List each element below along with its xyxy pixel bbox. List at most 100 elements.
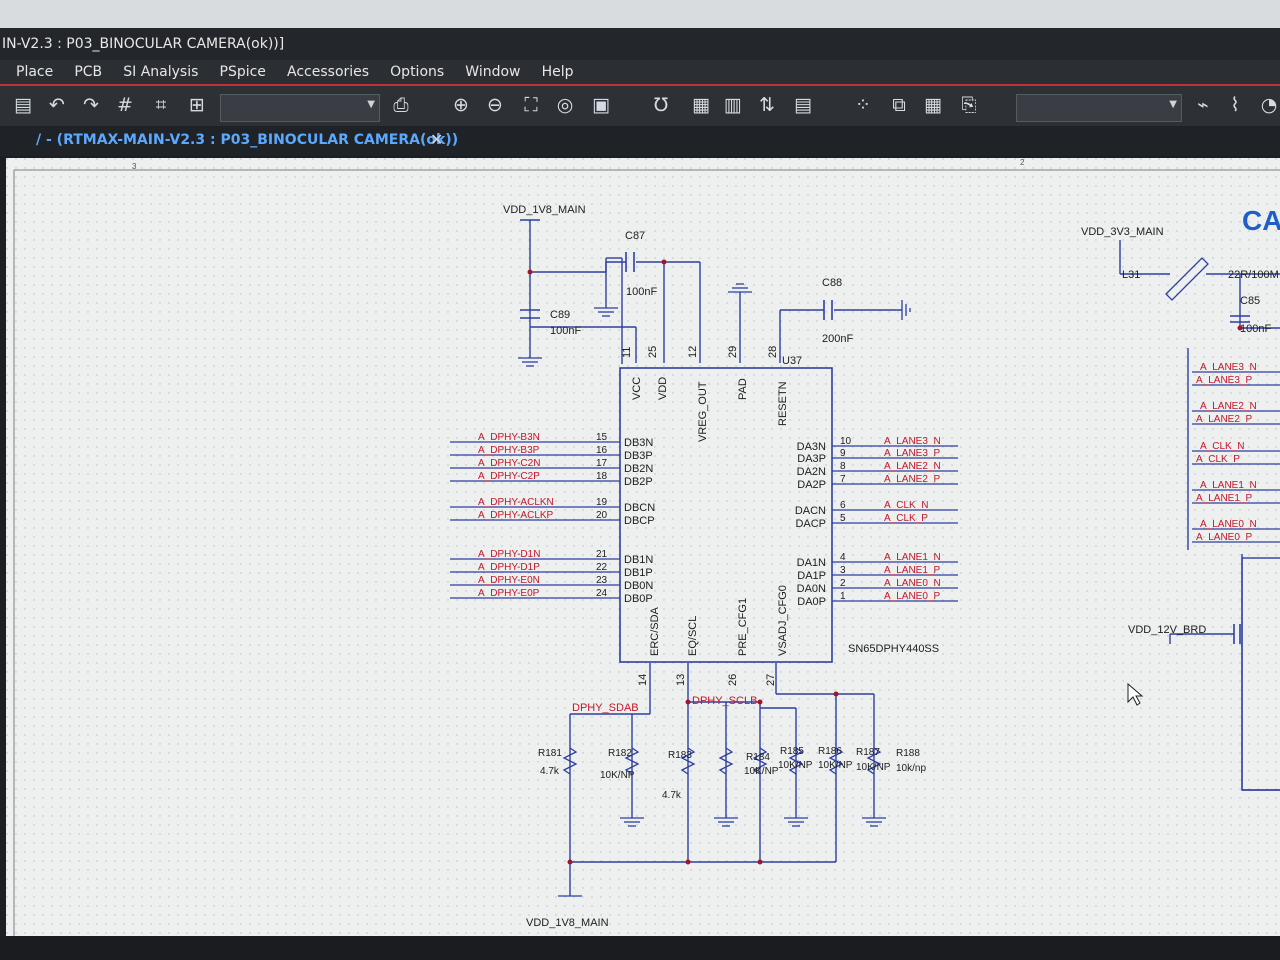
- schematic-canvas[interactable]: 3 2 VDD_1V8_MAIN VDD_1V8_MAIN VDD_3V3_MA…: [6, 158, 1280, 936]
- properties-icon[interactable]: ▦: [688, 92, 714, 118]
- schematic-tab[interactable]: / - (RTMAX-MAIN-V2.3 : P03_BINOCULAR CAM…: [36, 132, 458, 148]
- fit-icon[interactable]: ▣: [588, 92, 614, 118]
- close-tab-icon[interactable]: ✕: [430, 130, 443, 149]
- pin-number: 10: [840, 436, 852, 447]
- pin-number: 13: [675, 674, 687, 686]
- pin-name: EQ/SCL: [687, 616, 699, 656]
- pin-number: 21: [596, 549, 608, 560]
- pin-name: DA0P: [797, 596, 826, 608]
- cm-icon[interactable]: ▦: [920, 92, 946, 118]
- part-combo[interactable]: ▼: [220, 94, 380, 122]
- pin-number: 4: [840, 552, 846, 563]
- cap-value-c87: 100nF: [626, 286, 657, 298]
- pin-name: DACN: [795, 505, 826, 517]
- menu-help[interactable]: Help: [542, 64, 574, 80]
- net-label: A_DPHY-ACLKN: [478, 497, 554, 508]
- pin-number: 8: [840, 461, 846, 472]
- zoom-all-icon[interactable]: ◎: [552, 92, 578, 118]
- print-icon[interactable]: ⎙: [388, 92, 414, 118]
- net-label: A_LANE3_P: [1196, 375, 1252, 386]
- pin-name: VSADJ_CFG0: [777, 585, 789, 656]
- resistor-value: 4.7k: [662, 790, 682, 801]
- menu-si-analysis[interactable]: SI Analysis: [123, 64, 198, 80]
- menu-pcb[interactable]: PCB: [74, 64, 102, 80]
- net-label: A_LANE1_N: [1200, 480, 1257, 491]
- pin-name: DA1P: [797, 570, 826, 582]
- schematic-drawing: 3 2 VDD_1V8_MAIN VDD_1V8_MAIN VDD_3V3_MA…: [6, 158, 1280, 936]
- pin-number: 7: [840, 474, 846, 485]
- cross-probe-icon[interactable]: ⁘: [850, 92, 876, 118]
- pin-name: VDD: [657, 377, 669, 400]
- export-icon[interactable]: ⎘: [956, 92, 982, 118]
- pin-name: DB1P: [624, 567, 653, 579]
- resistor-ref: R188: [896, 748, 920, 759]
- toolbar: ▤ ↶ ↷ # ⌗ ⊞ ▼ ⎙ ⊕ ⊖ ⛶ ◎ ▣ Ʊ ▦ ▥ ⇅ ▤ ⁘ ⧉ …: [0, 86, 1280, 126]
- net-label: A_DPHY-C2P: [478, 471, 540, 482]
- net-label: A_DPHY-D1P: [478, 562, 540, 573]
- resistor-value: 10K/NP: [744, 766, 779, 777]
- probe-icon[interactable]: ⌁: [1190, 92, 1216, 118]
- pin-name: DA1N: [797, 557, 826, 569]
- cap-value-c89: 100nF: [550, 325, 581, 337]
- resistor-ref: R183: [668, 750, 692, 761]
- drc-icon[interactable]: ⧉: [886, 92, 912, 118]
- net-label: A_LANE0_N: [1200, 519, 1257, 530]
- bom-icon[interactable]: ▤: [790, 92, 816, 118]
- pin-name: DB0P: [624, 593, 653, 605]
- cap-value-c85: 100nF: [1240, 323, 1271, 335]
- pin-number: 28: [767, 346, 779, 358]
- resistor-ref: R186: [818, 746, 842, 757]
- undo-icon[interactable]: ↶: [44, 92, 70, 118]
- pin-name: PRE_CFG1: [737, 598, 749, 656]
- pin-name: DB2N: [624, 463, 653, 475]
- net-label: A_DPHY-B3P: [478, 445, 540, 456]
- area-select-icon[interactable]: ⊞: [184, 92, 210, 118]
- net-label: A_CLK_P: [884, 513, 928, 524]
- pin-number: 26: [727, 674, 739, 686]
- zoom-area-icon[interactable]: ⛶: [518, 92, 544, 118]
- pin-number: 24: [596, 588, 608, 599]
- border-number: 2: [1020, 158, 1025, 167]
- net-label: A_LANE0_P: [1196, 532, 1252, 543]
- resistor-ref: R182: [608, 748, 632, 759]
- menu-place[interactable]: Place: [16, 64, 53, 80]
- ic-part-number: SN65DPHY440SS: [848, 643, 939, 655]
- resistor-value: 10k/np: [896, 763, 926, 774]
- menu-options[interactable]: Options: [390, 64, 444, 80]
- net-label: A_CLK_N: [1200, 441, 1244, 452]
- cap-ref-c87: C87: [625, 230, 645, 242]
- pin-name: DB0N: [624, 580, 653, 592]
- netlist-icon[interactable]: ▥: [720, 92, 746, 118]
- pin-name: DBCN: [624, 502, 655, 514]
- pin-name: DA3P: [797, 453, 826, 465]
- net-label: A_LANE0_N: [884, 578, 941, 589]
- redo-icon[interactable]: ↷: [78, 92, 104, 118]
- zoom-in-icon[interactable]: ⊕: [448, 92, 474, 118]
- grid-icon[interactable]: #: [112, 92, 138, 118]
- net-label: A_DPHY-C2N: [478, 458, 540, 469]
- menu-pspice[interactable]: PSpice: [220, 64, 266, 80]
- inductor-ref-l31: L31: [1122, 269, 1140, 281]
- net-label: A_LANE2_N: [1200, 401, 1257, 412]
- window-title: IN-V2.3 : P03_BINOCULAR CAMERA(ok))]: [0, 28, 1280, 60]
- pin-name: DB2P: [624, 476, 653, 488]
- simulation-profile-combo[interactable]: ▼: [1016, 94, 1182, 122]
- waveform-icon[interactable]: ⌇: [1222, 92, 1248, 118]
- cap-ref-c89: C89: [550, 309, 570, 321]
- resistor-ref: R185: [780, 746, 804, 757]
- document-tab-bar: / - (RTMAX-MAIN-V2.3 : P03_BINOCULAR CAM…: [0, 126, 1280, 156]
- menu-window[interactable]: Window: [465, 64, 520, 80]
- zoom-out-icon[interactable]: ⊖: [482, 92, 508, 118]
- run-icon[interactable]: ◔: [1256, 92, 1280, 118]
- pin-number: 1: [840, 591, 846, 602]
- paste-icon[interactable]: ▤: [10, 92, 36, 118]
- pin-number: 12: [687, 346, 699, 358]
- menu-accessories[interactable]: Accessories: [287, 64, 369, 80]
- net-label: A_DPHY-E0N: [478, 575, 540, 586]
- net-label: A_LANE2_P: [884, 474, 940, 485]
- magnet-icon[interactable]: Ʊ: [648, 92, 674, 118]
- annotate-icon[interactable]: ⇅: [754, 92, 780, 118]
- snap-icon[interactable]: ⌗: [148, 92, 174, 118]
- pin-name: DB1N: [624, 554, 653, 566]
- pin-name: DA0N: [797, 583, 826, 595]
